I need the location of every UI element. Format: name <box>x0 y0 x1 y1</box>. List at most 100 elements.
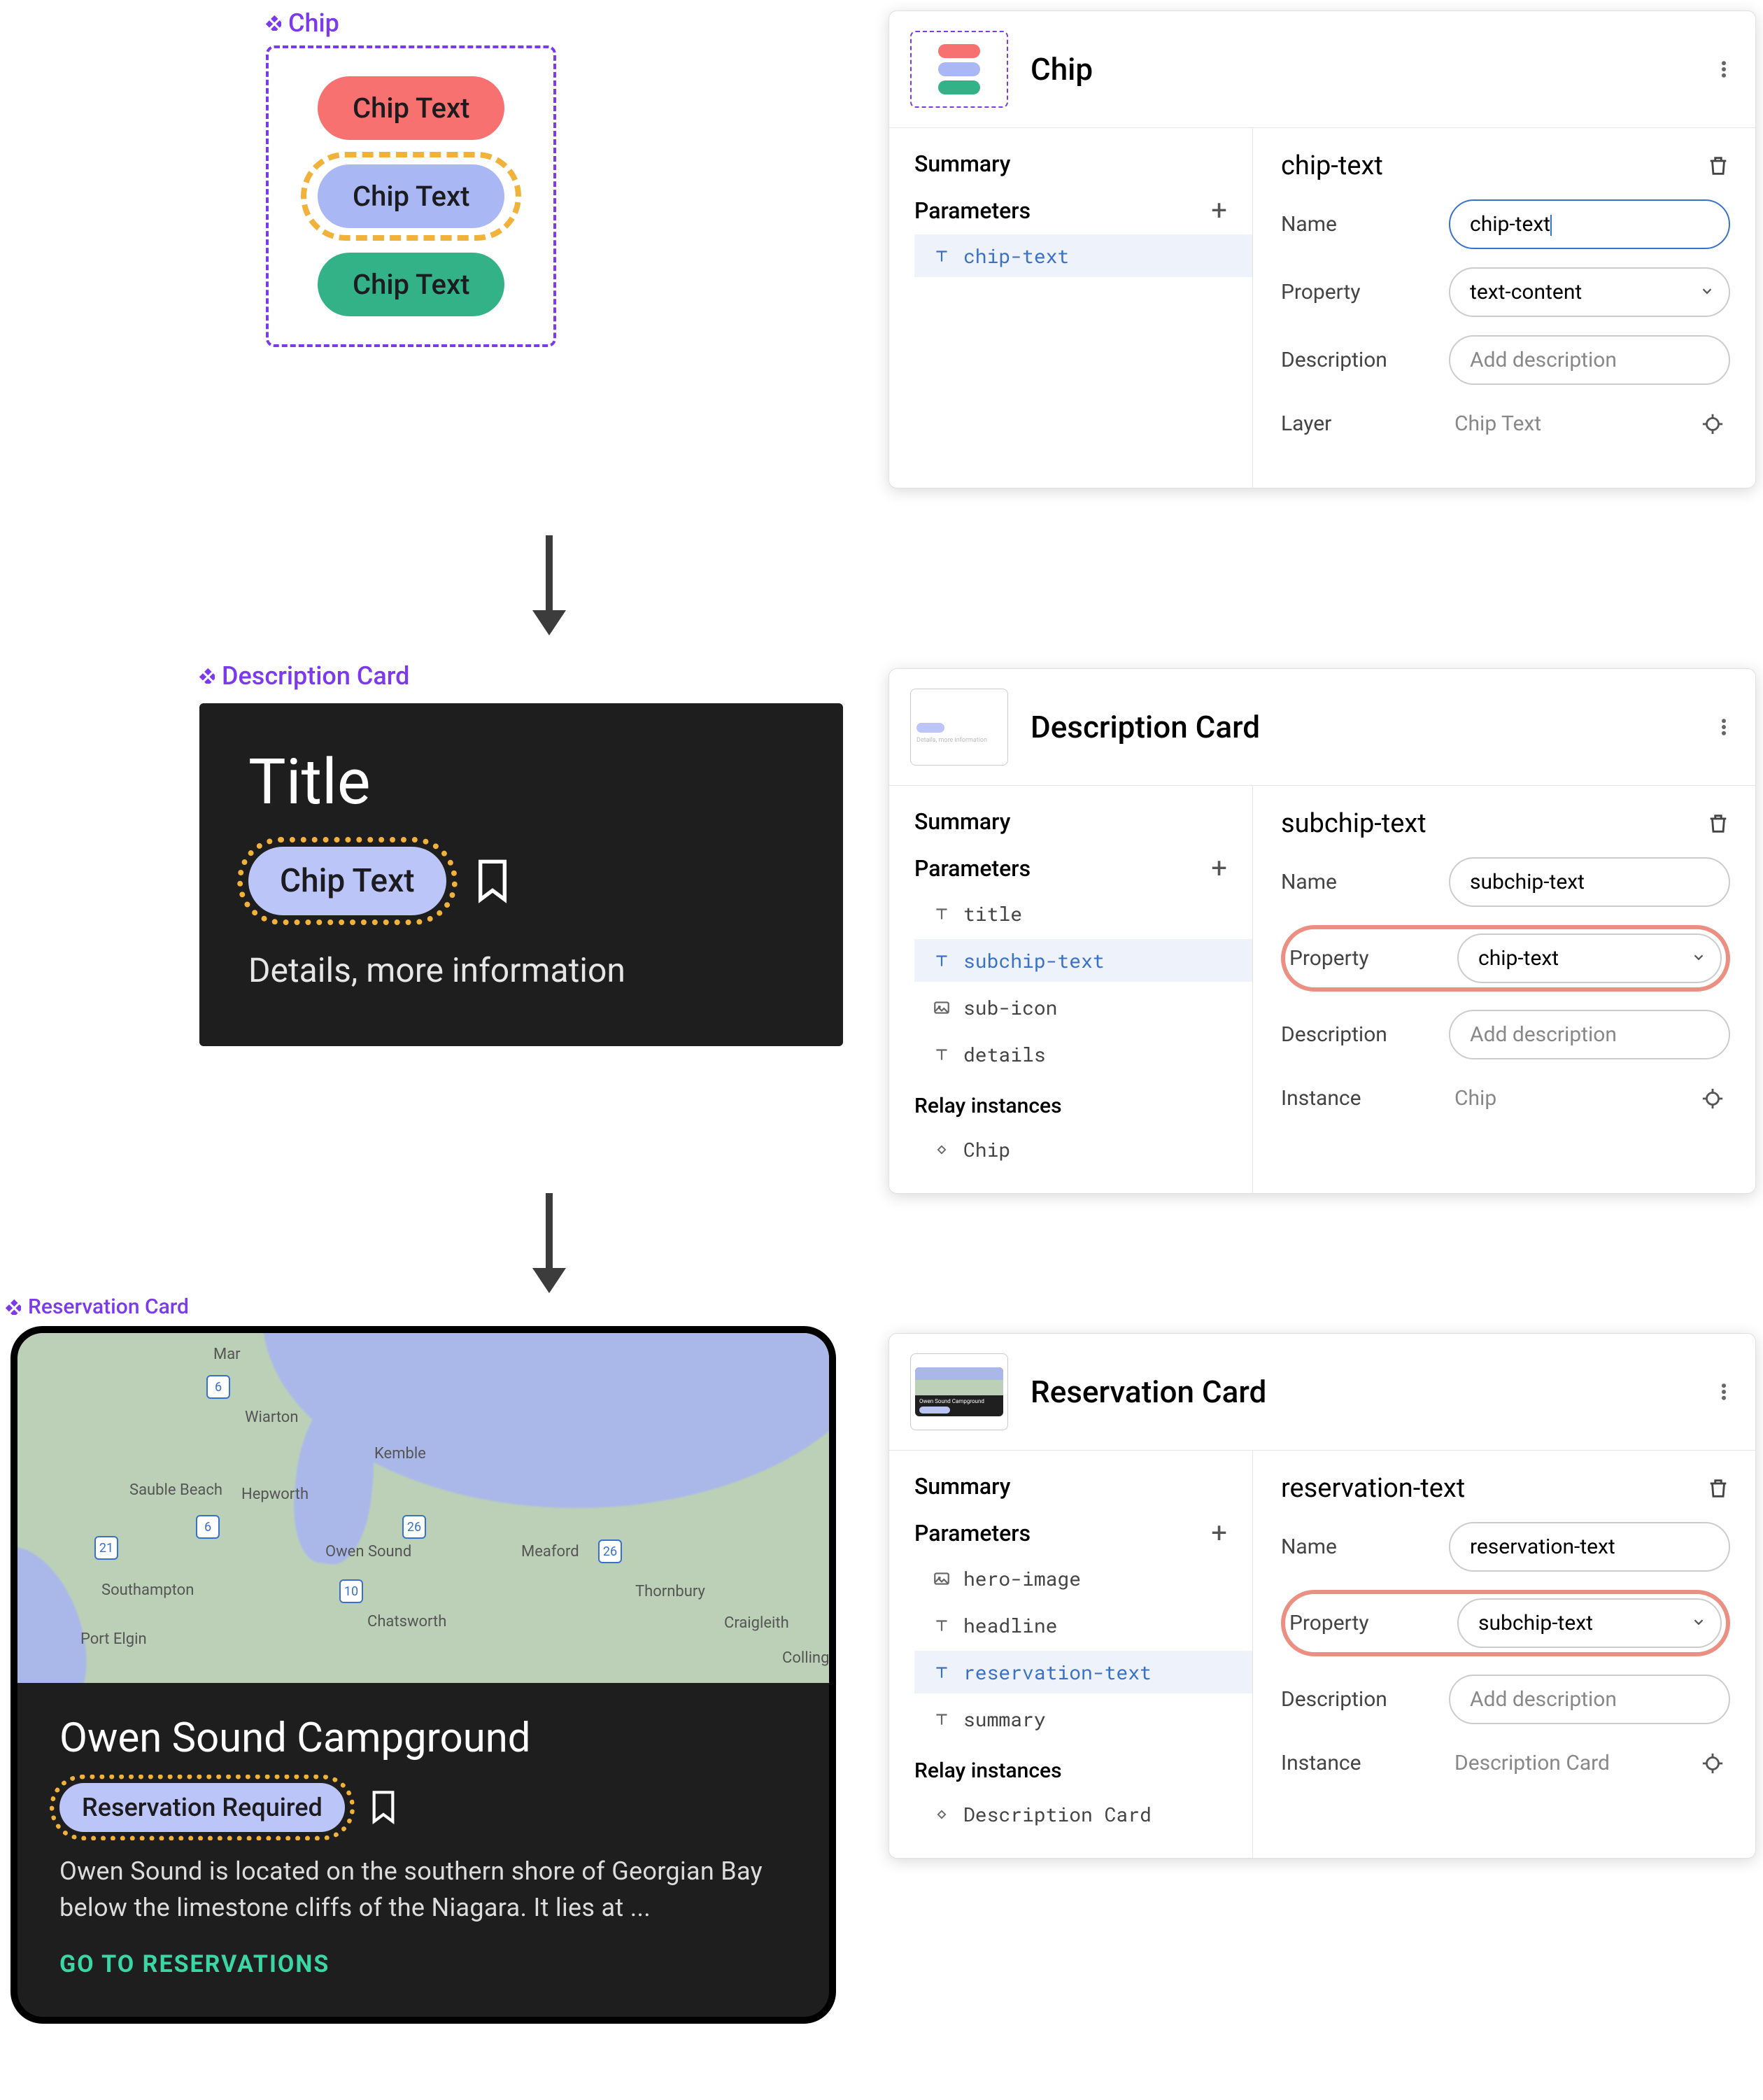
text-type-icon <box>931 246 952 267</box>
name-input[interactable]: subchip-text <box>1449 857 1730 907</box>
field-label-instance: Instance <box>1281 1086 1428 1111</box>
parameter-item[interactable]: chip-text <box>914 234 1252 277</box>
more-menu-button[interactable] <box>1713 59 1734 80</box>
res-summary: Owen Sound is located on the southern sh… <box>59 1853 787 1926</box>
panel-thumbnail <box>910 31 1008 108</box>
field-label-instance: Instance <box>1281 1751 1428 1775</box>
map-place-label: Wiarton <box>245 1409 299 1426</box>
component-label-text: Reservation Card <box>28 1295 189 1319</box>
chip-variant-blue: Chip Text <box>318 164 504 228</box>
bookmark-icon <box>369 1790 397 1825</box>
instance-diamond-icon <box>931 1804 952 1825</box>
parameter-label: details <box>963 1041 1046 1067</box>
map-place-label: Collingw <box>782 1649 829 1667</box>
description-input[interactable]: Add description <box>1449 1675 1730 1724</box>
description-card: Title Chip Text Details, more informatio… <box>199 703 843 1046</box>
property-select[interactable]: text-content <box>1449 267 1730 317</box>
property-select[interactable]: chip-text <box>1457 933 1722 983</box>
image-type-icon <box>931 1568 952 1589</box>
parameter-label: hero-image <box>963 1565 1081 1591</box>
relay-panel-chip: Chip Summary Parameters + chip-text chip… <box>888 10 1756 488</box>
more-menu-button[interactable] <box>1713 1381 1734 1402</box>
diamond-quad-icon <box>266 15 281 31</box>
chevron-down-icon <box>1699 283 1715 302</box>
parameter-label: sub-icon <box>963 994 1057 1020</box>
instance-value: Description Card <box>1454 1751 1610 1775</box>
param-name-heading: subchip-text <box>1281 808 1426 839</box>
select-value: chip-text <box>1478 946 1559 971</box>
locate-layer-button[interactable] <box>1701 412 1725 436</box>
parameter-label: title <box>963 901 1022 926</box>
relay-instance-item[interactable]: Chip <box>914 1128 1252 1171</box>
input-value: chip-text <box>1470 212 1550 237</box>
add-parameter-button[interactable]: + <box>1211 854 1227 882</box>
parameter-item[interactable]: hero-image <box>914 1557 1252 1600</box>
res-cta-link[interactable]: GO TO RESERVATIONS <box>59 1950 787 1978</box>
relay-instance-label: Description Card <box>963 1801 1152 1827</box>
relay-instance-item[interactable]: Description Card <box>914 1793 1252 1835</box>
instance-diamond-icon <box>931 1139 952 1160</box>
delete-parameter-button[interactable] <box>1706 1477 1730 1500</box>
field-label-property: Property <box>1281 280 1428 304</box>
relay-instances-heading: Relay instances <box>914 1094 1252 1118</box>
relay-instance-list: Description Card <box>914 1793 1252 1835</box>
map-place-label: Sauble Beach <box>129 1481 222 1499</box>
panel-thumbnail: Title Details, more information <box>910 689 1008 766</box>
parameter-item[interactable]: sub-icon <box>914 986 1252 1029</box>
relay-panel-res: Owen Sound Campground Reservation Card S… <box>888 1333 1756 1859</box>
map-route-shield: 6 <box>206 1375 230 1399</box>
component-label-chip: Chip <box>266 8 339 38</box>
field-label-property: Property <box>1289 946 1436 971</box>
parameter-list: title subchip-text sub-icon details <box>914 892 1252 1076</box>
field-label-description: Description <box>1281 1022 1428 1047</box>
map-place-label: Hepworth <box>241 1486 309 1503</box>
component-label-text: Chip <box>288 8 339 38</box>
field-label-layer: Layer <box>1281 411 1428 436</box>
parameter-item[interactable]: reservation-text <box>914 1651 1252 1693</box>
relay-instance-label: Chip <box>963 1136 1010 1162</box>
add-parameter-button[interactable]: + <box>1211 197 1227 225</box>
diamond-quad-icon <box>199 668 215 684</box>
chip-text: Chip Text <box>353 180 469 213</box>
instance-value: Chip <box>1454 1086 1496 1111</box>
map-route-shield: 10 <box>339 1579 363 1603</box>
parameter-item[interactable]: details <box>914 1033 1252 1076</box>
bookmark-icon <box>474 859 511 903</box>
res-headline: Owen Sound Campground <box>59 1714 787 1762</box>
component-label-text: Description Card <box>222 661 409 691</box>
parameter-item[interactable]: summary <box>914 1698 1252 1740</box>
chevron-down-icon <box>1691 1614 1706 1633</box>
desc-chip: Chip Text <box>248 847 446 915</box>
locate-instance-button[interactable] <box>1701 1087 1725 1111</box>
arrow-down-icon <box>252 1190 847 1295</box>
description-input[interactable]: Add description <box>1449 1010 1730 1059</box>
chip-variant-green: Chip Text <box>318 253 504 316</box>
parameter-item[interactable]: headline <box>914 1604 1252 1647</box>
res-chip: Reservation Required <box>59 1783 345 1832</box>
field-label-description: Description <box>1281 348 1428 372</box>
add-parameter-button[interactable]: + <box>1211 1519 1227 1547</box>
component-label-res: Reservation Card <box>6 1295 189 1319</box>
highlighted-property-row: Property chip-text <box>1281 925 1730 992</box>
text-type-icon <box>931 1615 952 1636</box>
summary-heading: Summary <box>914 808 1252 835</box>
name-input[interactable]: chip-text <box>1449 199 1730 249</box>
hero-map-image: MarWiartonSauble BeachHepworthKembleOwen… <box>17 1333 829 1683</box>
chip-variant-frame: Chip Text Chip Text Chip Text <box>266 45 556 347</box>
more-menu-button[interactable] <box>1713 717 1734 738</box>
text-type-icon <box>931 950 952 971</box>
delete-parameter-button[interactable] <box>1706 154 1730 178</box>
parameter-label: subchip-text <box>963 947 1105 973</box>
parameter-item[interactable]: subchip-text <box>914 939 1252 982</box>
description-input[interactable]: Add description <box>1449 335 1730 385</box>
parameter-list: chip-text <box>914 234 1252 277</box>
property-select[interactable]: subchip-text <box>1457 1598 1722 1648</box>
name-input[interactable]: reservation-text <box>1449 1522 1730 1572</box>
delete-parameter-button[interactable] <box>1706 812 1730 836</box>
image-type-icon <box>931 997 952 1018</box>
locate-instance-button[interactable] <box>1701 1752 1725 1775</box>
field-label-name: Name <box>1281 870 1428 894</box>
desc-chip-text: Chip Text <box>280 862 415 900</box>
parameter-item[interactable]: title <box>914 892 1252 935</box>
summary-heading: Summary <box>914 1473 1252 1500</box>
